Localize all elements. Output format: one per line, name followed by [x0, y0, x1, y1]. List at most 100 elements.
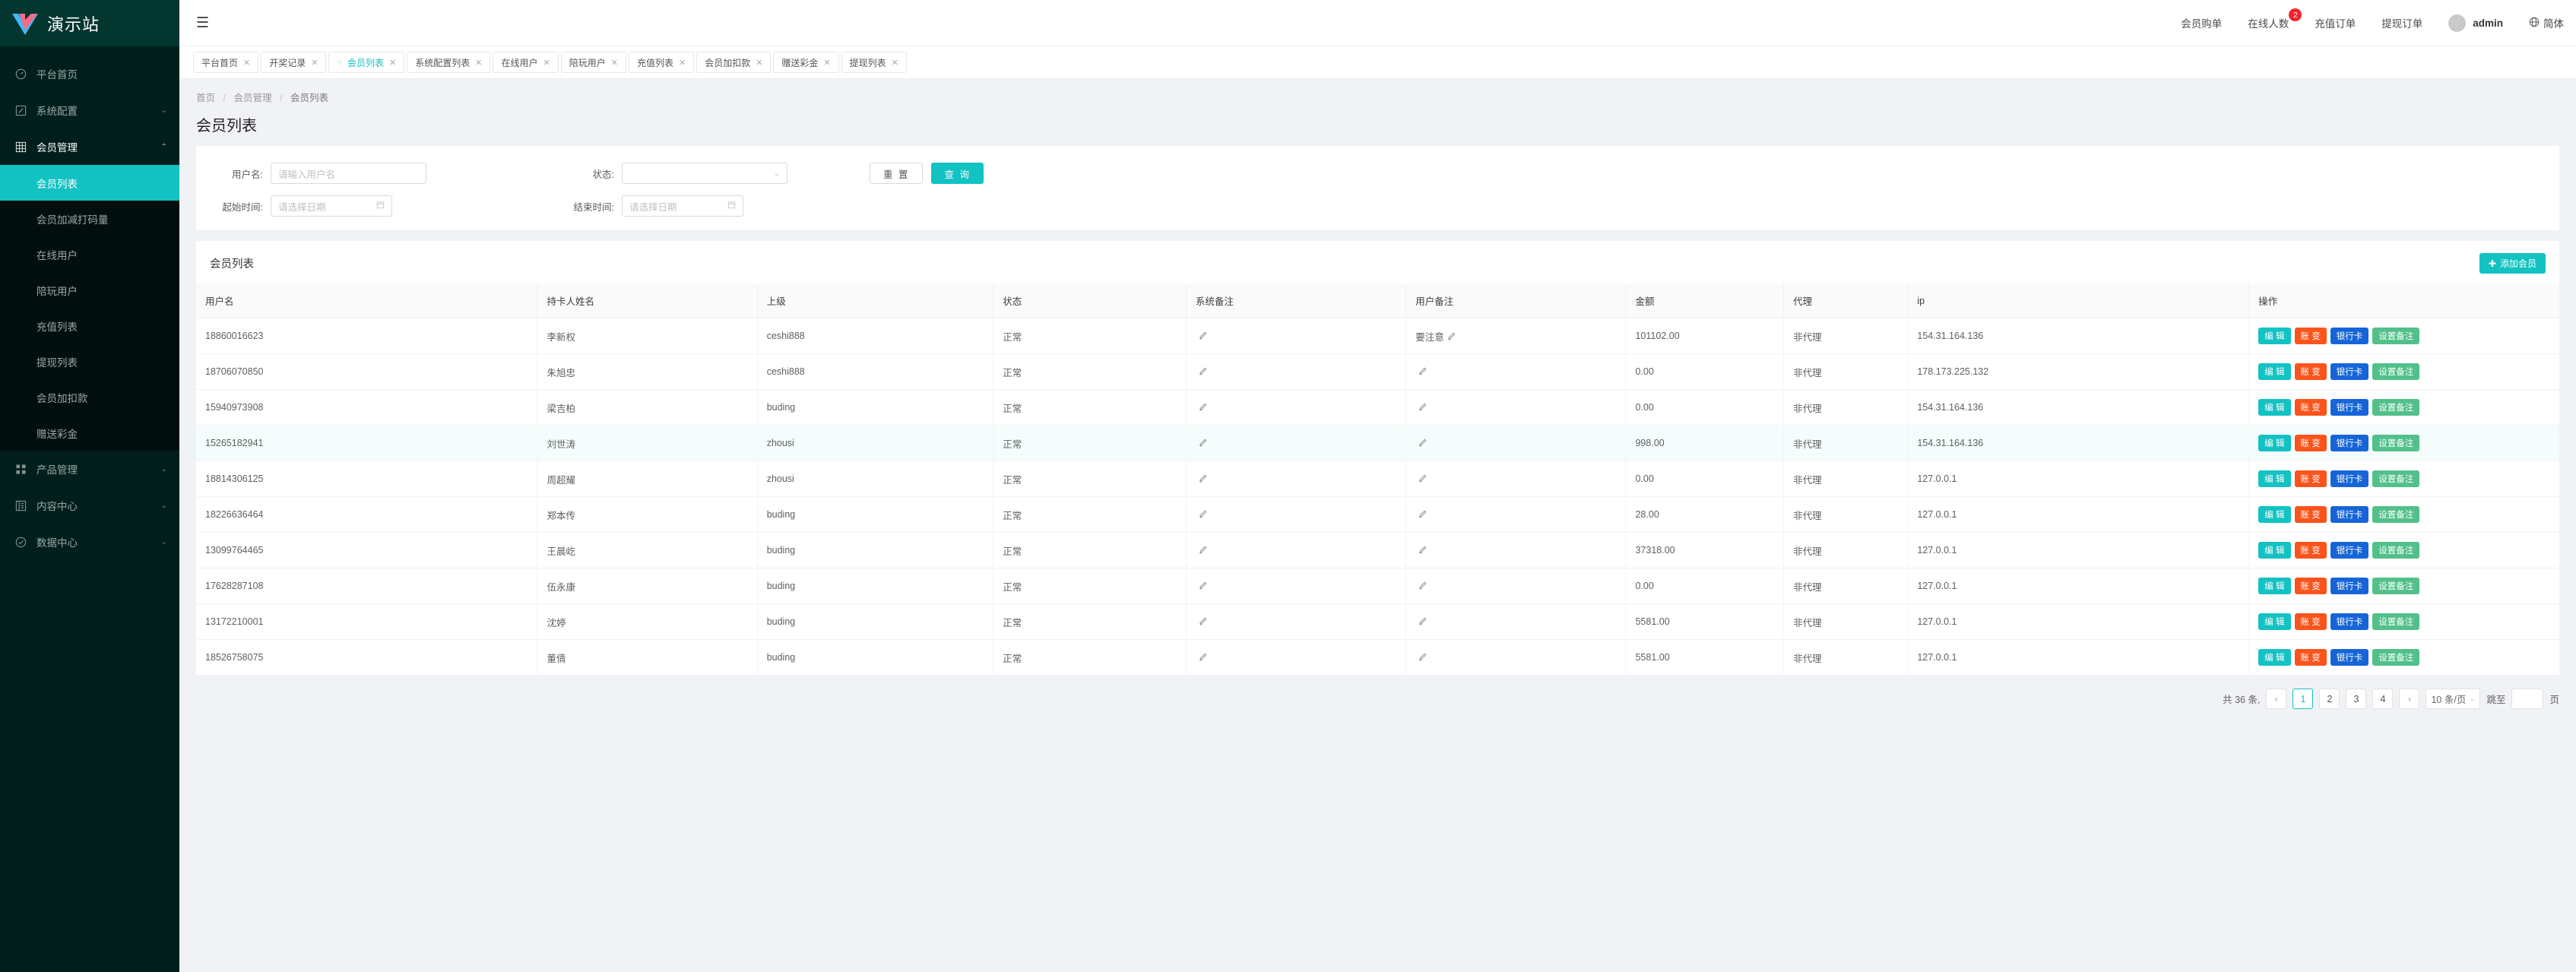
sidebar-item-recharge-list[interactable]: 充值列表	[0, 308, 179, 344]
cell-user-remark[interactable]	[1405, 639, 1627, 676]
set-remark-button[interactable]: 设置备注	[2372, 399, 2420, 416]
sidebar-item-online-users[interactable]: 在线用户	[0, 236, 179, 272]
cell-system-remark[interactable]	[1186, 425, 1407, 461]
sidebar-item-bonus-gift[interactable]: 赠送彩金	[0, 415, 179, 451]
cell-system-remark[interactable]	[1186, 603, 1407, 640]
table-row[interactable]: 18526758075 董倩 buding 正常 5581.00 非代理 127.0.0.1…	[196, 639, 2559, 676]
sidebar-item-member-management[interactable]: 会员管理 ⌃	[0, 128, 179, 165]
topbar-link-withdraw-orders[interactable]: 提现订单	[2381, 15, 2422, 30]
add-member-button[interactable]: ✚ 添加会员	[2479, 253, 2546, 274]
edit-pencil-icon[interactable]	[1418, 617, 1427, 628]
edit-pencil-icon[interactable]	[1199, 474, 1208, 485]
edit-button[interactable]: 编 辑	[2258, 649, 2291, 666]
account-change-button[interactable]: 账 变	[2294, 542, 2327, 559]
topbar-link-online-count[interactable]: 在线人数 2	[2248, 8, 2302, 30]
edit-button[interactable]: 编 辑	[2258, 399, 2291, 416]
sidebar-item-data-center[interactable]: 数据中心 ⌄	[0, 524, 179, 560]
close-icon[interactable]: ✕	[611, 58, 618, 68]
bank-card-button[interactable]: 银行卡	[2330, 649, 2369, 666]
edit-pencil-icon[interactable]	[1418, 403, 1427, 413]
jump-page-input[interactable]	[2511, 689, 2544, 709]
topbar-link-member-orders[interactable]: 会员购单	[2181, 15, 2222, 30]
table-row[interactable]: 13099764465 王晨屹 buding 正常 37318.00 非代理 127.0.0…	[196, 532, 2559, 568]
cell-user-remark[interactable]	[1405, 603, 1627, 640]
status-select[interactable]: ⌄	[622, 163, 787, 184]
account-change-button[interactable]: 账 变	[2294, 435, 2327, 451]
close-icon[interactable]: ✕	[543, 58, 550, 68]
set-remark-button[interactable]: 设置备注	[2372, 363, 2420, 380]
edit-button[interactable]: 编 辑	[2258, 542, 2291, 559]
edit-pencil-icon[interactable]	[1418, 439, 1427, 449]
table-row[interactable]: 18814306125 周超耀 zhousi 正常 0.00 非代理 127.0.0.1 编…	[196, 461, 2559, 497]
edit-pencil-icon[interactable]	[1418, 653, 1427, 663]
close-icon[interactable]: ✕	[311, 58, 318, 68]
edit-pencil-icon[interactable]	[1418, 367, 1427, 378]
pagination-page-4[interactable]: 4	[2372, 689, 2394, 709]
close-icon[interactable]: ✕	[243, 58, 250, 68]
breadcrumb-item-member-management[interactable]: 会员管理	[233, 93, 271, 103]
sidebar-item-product-management[interactable]: 产品管理 ⌄	[0, 451, 179, 487]
end-date-input[interactable]: 请选择日期	[622, 195, 743, 217]
edit-pencil-icon[interactable]	[1199, 439, 1208, 449]
close-icon[interactable]: ✕	[475, 58, 482, 68]
set-remark-button[interactable]: 设置备注	[2372, 470, 2420, 487]
cell-system-remark[interactable]	[1186, 318, 1407, 354]
sidebar-item-member-adjust-funds[interactable]: 会员加扣款	[0, 379, 179, 415]
pagination-prev[interactable]: ‹	[2266, 689, 2287, 709]
bank-card-button[interactable]: 银行卡	[2330, 613, 2369, 630]
cell-system-remark[interactable]	[1186, 389, 1407, 426]
pagination-page-2[interactable]: 2	[2319, 689, 2340, 709]
topbar-link-recharge-orders[interactable]: 充值订单	[2315, 15, 2356, 30]
query-button[interactable]: 查 询	[931, 163, 984, 184]
edit-button[interactable]: 编 辑	[2258, 470, 2291, 487]
close-icon[interactable]: ✕	[679, 58, 686, 68]
tab-bonus-gift[interactable]: 赠送彩金 ✕	[773, 52, 839, 73]
tab-member-adjust-funds[interactable]: 会员加扣款 ✕	[696, 52, 772, 73]
edit-pencil-icon[interactable]	[1199, 581, 1208, 592]
sidebar-item-system-config[interactable]: 系统配置 ⌄	[0, 92, 179, 128]
breadcrumb-item-home[interactable]: 首页	[196, 93, 215, 103]
bank-card-button[interactable]: 银行卡	[2330, 363, 2369, 380]
edit-button[interactable]: 编 辑	[2258, 435, 2291, 451]
cell-user-remark[interactable]	[1405, 461, 1627, 497]
cell-user-remark[interactable]	[1405, 496, 1627, 533]
table-row[interactable]: 18706070850 朱旭忠 ceshi888 正常 0.00 非代理 178.173.2…	[196, 353, 2559, 390]
account-change-button[interactable]: 账 变	[2294, 506, 2327, 523]
set-remark-button[interactable]: 设置备注	[2372, 649, 2420, 666]
edit-pencil-icon[interactable]	[1199, 367, 1208, 378]
table-row[interactable]: 13172210001 沈婷 buding 正常 5581.00 非代理 127.0.0.1…	[196, 603, 2559, 640]
tab-lottery-records[interactable]: 开奖记录 ✕	[261, 52, 327, 73]
sidebar-collapse-icon[interactable]: ☰	[190, 11, 215, 35]
edit-button[interactable]: 编 辑	[2258, 328, 2291, 344]
bank-card-button[interactable]: 银行卡	[2330, 435, 2369, 451]
tab-member-list[interactable]: ◌ 会员列表 ✕	[328, 52, 405, 73]
table-row[interactable]: 18226636464 郑本传 buding 正常 28.00 非代理 127.0.0.1 …	[196, 496, 2559, 533]
edit-pencil-icon[interactable]	[1199, 403, 1208, 413]
edit-pencil-icon[interactable]	[1199, 617, 1208, 628]
account-change-button[interactable]: 账 变	[2294, 578, 2327, 594]
edit-pencil-icon[interactable]	[1199, 510, 1208, 521]
edit-pencil-icon[interactable]	[1447, 332, 1456, 343]
language-selector[interactable]: 简体	[2529, 15, 2564, 30]
sidebar-item-platform-home[interactable]: 平台首页	[0, 55, 179, 92]
sidebar-item-member-list[interactable]: 会员列表	[0, 165, 179, 201]
pagination-page-3[interactable]: 3	[2346, 689, 2367, 709]
cell-user-remark[interactable]	[1405, 532, 1627, 568]
cell-user-remark[interactable]	[1405, 389, 1627, 426]
set-remark-button[interactable]: 设置备注	[2372, 506, 2420, 523]
sidebar-item-content-center[interactable]: 内容中心 ⌄	[0, 487, 179, 524]
cell-system-remark[interactable]	[1186, 461, 1407, 497]
account-change-button[interactable]: 账 变	[2294, 363, 2327, 380]
tab-system-config-list[interactable]: 系统配置列表 ✕	[407, 52, 491, 73]
user-menu[interactable]: admin	[2448, 14, 2503, 32]
tab-companion-users[interactable]: 陪玩用户 ✕	[560, 52, 626, 73]
bank-card-button[interactable]: 银行卡	[2330, 542, 2369, 559]
cell-user-remark[interactable]	[1405, 568, 1627, 604]
account-change-button[interactable]: 账 变	[2294, 613, 2327, 630]
bank-card-button[interactable]: 银行卡	[2330, 578, 2369, 594]
table-row[interactable]: 15265182941 刘世涛 zhousi 正常 998.00 非代理 154.31.16…	[196, 425, 2559, 461]
sidebar-item-withdraw-list[interactable]: 提现列表	[0, 344, 179, 379]
tab-recharge-list[interactable]: 充值列表 ✕	[628, 52, 695, 73]
search-input[interactable]: 请输入用户名	[271, 163, 426, 184]
set-remark-button[interactable]: 设置备注	[2372, 328, 2420, 344]
